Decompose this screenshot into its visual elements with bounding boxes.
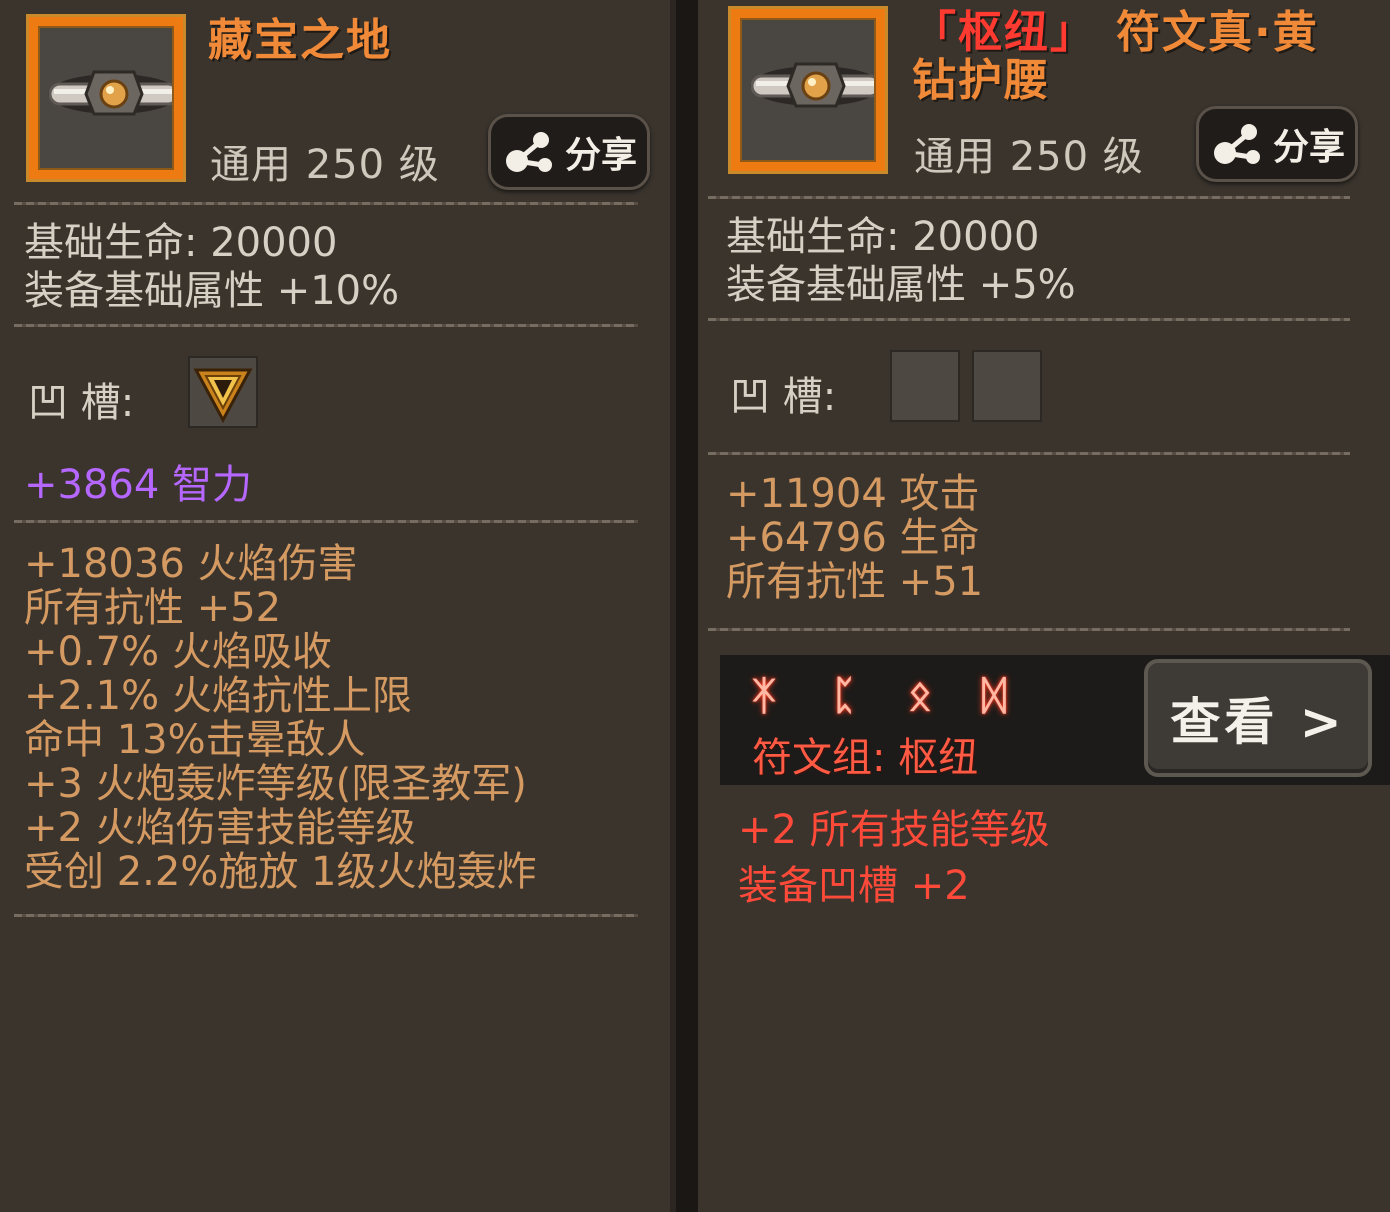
item-icon-frame[interactable]	[26, 14, 186, 182]
belt-icon	[48, 70, 172, 116]
affix-line: 所有抗性 +52	[24, 585, 282, 631]
divider	[14, 914, 638, 917]
rune-glyph-1: ᛡ	[752, 673, 776, 719]
base-stat: 装备基础属性 +10%	[24, 268, 400, 314]
affix-line: +2.1% 火焰抗性上限	[24, 673, 412, 719]
rune-set-bar: ᛡ ᛈ ᛟ ᛞ 符文组: 枢纽 查看 >	[720, 655, 1390, 785]
item-icon-frame[interactable]	[728, 6, 888, 174]
socket-bonus: +3864 智力	[24, 462, 253, 508]
divider	[708, 318, 1350, 321]
share-icon	[505, 132, 552, 172]
share-button[interactable]: 分享	[1196, 106, 1358, 182]
item-level: 通用 250 级	[914, 134, 1144, 180]
socket-slot-empty[interactable]	[972, 350, 1042, 422]
share-label: 分享	[1272, 127, 1345, 168]
item-name-line1: 「枢纽」 符文真·黄	[912, 8, 1319, 58]
socket-slot-empty[interactable]	[890, 350, 960, 422]
socket-slot[interactable]	[188, 356, 258, 428]
rune-glyph-4: ᛞ	[982, 673, 1006, 719]
divider	[708, 628, 1350, 631]
item-name: 藏宝之地	[208, 15, 392, 66]
affix-line: +3 火炮轰炸等级(限圣教军)	[24, 761, 527, 807]
base-stat: 装备基础属性 +5%	[726, 262, 1076, 308]
view-button[interactable]: 查看 >	[1144, 659, 1372, 777]
divider	[14, 324, 638, 327]
affix-line: 所有抗性 +51	[726, 559, 984, 605]
socket-label: 凹 槽:	[28, 380, 135, 426]
base-stat: 基础生命: 20000	[24, 220, 338, 266]
item-name-line2: 钻护腰	[912, 55, 1050, 106]
share-button[interactable]: 分享	[488, 114, 650, 190]
socket-label: 凹 槽:	[730, 374, 837, 420]
belt-icon	[750, 62, 874, 108]
set-bonus-line: 装备凹槽 +2	[738, 863, 970, 909]
affix-line: 受创 2.2%施放 1级火炮轰炸	[24, 849, 537, 895]
affix-line: +11904 攻击	[726, 471, 980, 517]
affix-list: +18036 火焰伤害 所有抗性 +52 +0.7% 火焰吸收 +2.1% 火焰…	[24, 542, 537, 894]
panel-gap	[676, 0, 698, 1212]
item-tooltip-left: 藏宝之地 通用 250 级 分享 基础生命: 20000 装备基础属性 +10%…	[0, 0, 676, 1212]
affix-line: +0.7% 火焰吸收	[24, 629, 332, 675]
affix-list: +11904 攻击 +64796 生命 所有抗性 +51	[726, 472, 983, 604]
affix-line: +18036 火焰伤害	[24, 541, 358, 587]
item-level: 通用 250 级	[210, 142, 440, 188]
divider	[14, 520, 638, 523]
divider	[708, 196, 1350, 199]
triangle-gem-icon	[193, 368, 253, 424]
set-name-prefix: 「枢纽」	[912, 7, 1096, 58]
divider	[14, 202, 638, 205]
base-stat: 基础生命: 20000	[726, 214, 1040, 260]
rune-group-label: 符文组: 枢纽	[752, 735, 979, 781]
share-label: 分享	[564, 135, 637, 176]
affix-line: +64796 生命	[726, 515, 980, 561]
share-icon	[1213, 124, 1260, 164]
item-tooltip-right: 「枢纽」 符文真·黄 钻护腰 通用 250 级 分享 基础生命: 20000 装备…	[698, 0, 1390, 1212]
set-bonus-list: +2 所有技能等级 装备凹槽 +2	[738, 802, 1050, 914]
item-name-part: 符文真·黄	[1116, 7, 1319, 58]
divider	[708, 452, 1350, 455]
set-bonus-line: +2 所有技能等级	[738, 807, 1050, 853]
affix-line: +2 火焰伤害技能等级	[24, 805, 416, 851]
affix-line: 命中 13%击晕敌人	[24, 717, 366, 763]
rune-glyph-3: ᛟ	[908, 673, 932, 719]
rune-glyph-2: ᛈ	[832, 673, 856, 719]
